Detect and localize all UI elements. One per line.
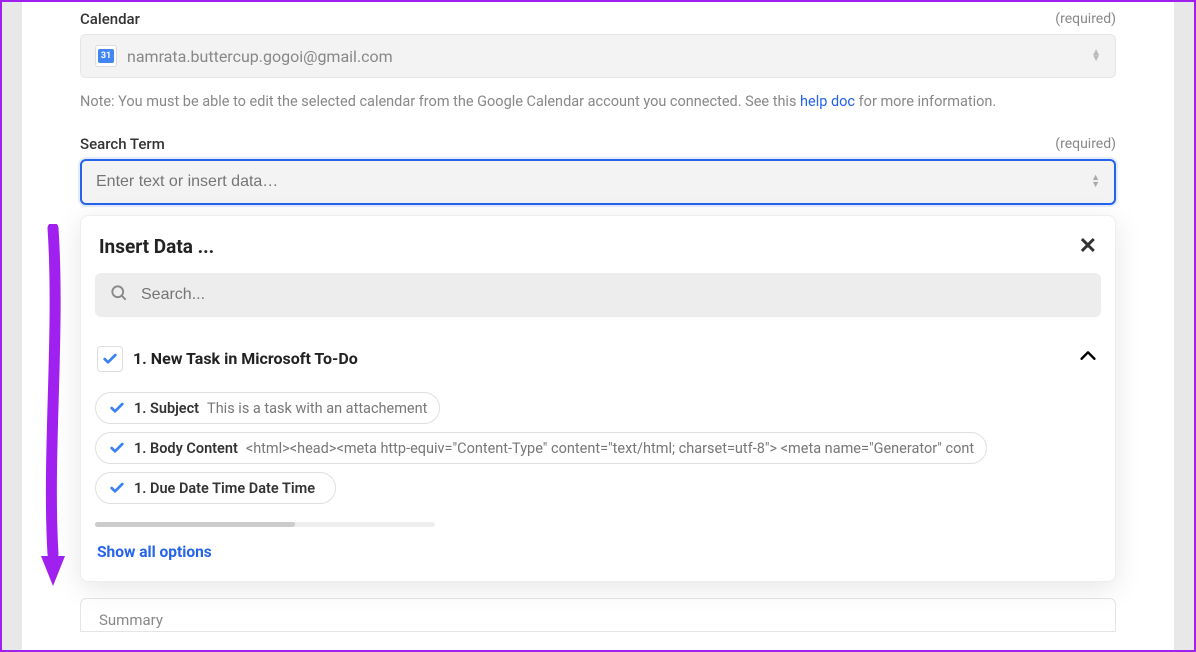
option-value: <html><head><meta http-equiv="Content-Ty… bbox=[246, 440, 974, 457]
calendar-label-row: Calendar (required) bbox=[80, 10, 1116, 28]
data-option-body-content[interactable]: 1. Body Content <html><head><meta http-e… bbox=[95, 432, 987, 464]
horizontal-scrollbar[interactable] bbox=[95, 522, 435, 527]
calendar-required: (required) bbox=[1055, 11, 1116, 27]
help-suffix: for more information. bbox=[855, 93, 996, 110]
option-label: 1. Body Content bbox=[134, 440, 238, 457]
search-term-input-box[interactable]: ▲▼ bbox=[80, 159, 1116, 205]
search-icon bbox=[109, 283, 129, 307]
microsoft-todo-icon bbox=[108, 439, 126, 457]
caret-updown-icon: ▲▼ bbox=[1091, 50, 1101, 62]
caret-updown-icon: ▲▼ bbox=[1091, 175, 1100, 189]
search-input[interactable] bbox=[141, 286, 1087, 304]
data-source-row[interactable]: 1. New Task in Microsoft To-Do bbox=[95, 337, 1101, 388]
scrollbar-thumb[interactable] bbox=[95, 522, 295, 527]
search-term-input[interactable] bbox=[96, 173, 1081, 191]
show-all-options-link[interactable]: Show all options bbox=[95, 537, 1101, 567]
google-calendar-icon bbox=[95, 45, 117, 67]
close-icon[interactable]: ✕ bbox=[1079, 234, 1097, 259]
summary-field: Summary bbox=[80, 598, 1116, 632]
data-options-list: 1. Subject This is a task with an attach… bbox=[95, 388, 1101, 516]
search-term-label: Search Term bbox=[80, 135, 165, 153]
search-bar[interactable] bbox=[95, 273, 1101, 317]
data-option-subject[interactable]: 1. Subject This is a task with an attach… bbox=[95, 392, 440, 424]
microsoft-todo-icon bbox=[108, 399, 126, 417]
help-doc-link[interactable]: help doc bbox=[800, 93, 855, 110]
calendar-label: Calendar bbox=[80, 10, 140, 28]
insert-data-panel: Insert Data ... ✕ 1. New Task in Microso… bbox=[80, 215, 1116, 582]
help-prefix: Note: You must be able to edit the selec… bbox=[80, 93, 800, 110]
insert-data-title: Insert Data ... bbox=[99, 235, 214, 258]
search-term-label-row: Search Term (required) bbox=[80, 135, 1116, 153]
data-source-title: 1. New Task in Microsoft To-Do bbox=[133, 349, 1067, 368]
data-option-due-date[interactable]: 1. Due Date Time Date Time bbox=[95, 472, 336, 504]
calendar-help-text: Note: You must be able to edit the selec… bbox=[80, 90, 1116, 113]
option-label: 1. Due Date Time Date Time bbox=[134, 480, 315, 497]
microsoft-todo-icon bbox=[108, 479, 126, 497]
calendar-select[interactable]: namrata.buttercup.gogoi@gmail.com ▲▼ bbox=[80, 34, 1116, 78]
microsoft-todo-icon bbox=[97, 346, 123, 372]
option-label: 1. Subject bbox=[134, 400, 199, 417]
option-value: This is a task with an attachement bbox=[207, 400, 427, 417]
chevron-up-icon bbox=[1077, 345, 1099, 372]
search-term-required: (required) bbox=[1055, 136, 1116, 152]
calendar-value: namrata.buttercup.gogoi@gmail.com bbox=[127, 47, 1081, 66]
summary-label: Summary bbox=[99, 611, 163, 629]
